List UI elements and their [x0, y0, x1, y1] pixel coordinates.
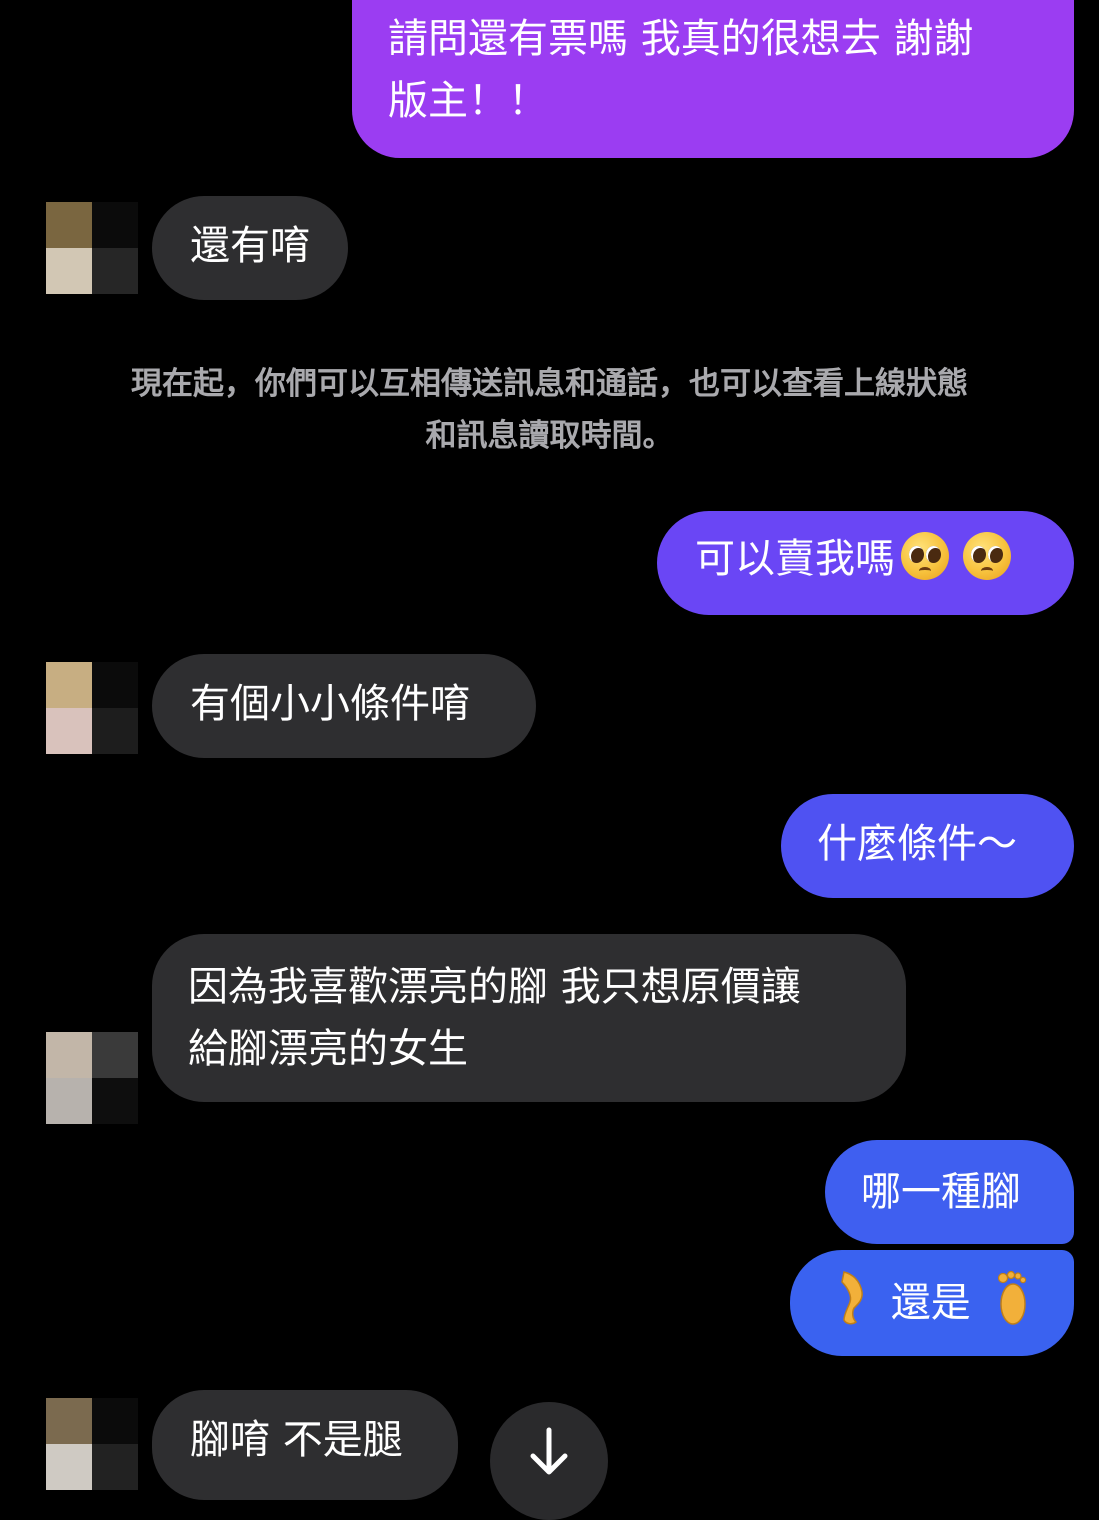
contact-avatar[interactable] [46, 662, 138, 754]
foot-icon [998, 1270, 1027, 1325]
arrow-down-icon [530, 1427, 568, 1475]
message-text: 腳唷 不是腿 [190, 1417, 403, 1463]
outgoing-message-bubble[interactable]: 哪一種腳 [825, 1140, 1074, 1244]
leg-icon [841, 1271, 863, 1325]
incoming-message-bubble[interactable]: 腳唷 不是腿 [152, 1390, 458, 1500]
message-text: 哪一種腳 [861, 1169, 1021, 1215]
outgoing-message-bubble[interactable]: 請問還有票嗎 我真的很想去 謝謝 版主！！ [352, 0, 1074, 158]
message-text-line: 因為我喜歡漂亮的腳 我只想原價讓 [188, 964, 801, 1010]
outgoing-message-bubble[interactable]: 什麼條件～ [781, 794, 1074, 898]
scroll-to-bottom-button[interactable] [490, 1402, 608, 1520]
message-text: 還是 [890, 1280, 971, 1326]
system-notice: 現在起，你們可以互相傳送訊息和通話，也可以查看上線狀態 和訊息讀取時間。 [40, 358, 1059, 462]
pleading-face-icon [901, 532, 949, 580]
outgoing-message-bubble[interactable]: 可以賣我嗎 [657, 511, 1074, 615]
incoming-message-bubble[interactable]: 還有唷 [152, 196, 348, 300]
system-notice-line: 現在起，你們可以互相傳送訊息和通話，也可以查看上線狀態 [131, 366, 968, 402]
message-text: 有個小小條件唷 [190, 681, 470, 727]
contact-avatar[interactable] [46, 1398, 138, 1490]
contact-avatar[interactable] [46, 202, 138, 294]
message-text-line: 版主！！ [388, 78, 548, 124]
message-text-line: 給腳漂亮的女生 [188, 1026, 468, 1072]
incoming-message-bubble[interactable]: 有個小小條件唷 [152, 654, 536, 758]
contact-avatar[interactable] [46, 1032, 138, 1124]
message-text: 還有唷 [190, 223, 310, 269]
pleading-face-icon [963, 532, 1011, 580]
message-text-line: 請問還有票嗎 我真的很想去 謝謝 [388, 16, 974, 62]
outgoing-message-bubble[interactable]: 還是 [790, 1250, 1074, 1356]
incoming-message-bubble[interactable]: 因為我喜歡漂亮的腳 我只想原價讓 給腳漂亮的女生 [152, 934, 906, 1102]
message-text: 可以賣我嗎 [695, 536, 895, 582]
system-notice-line: 和訊息讀取時間。 [425, 418, 674, 454]
message-text: 什麼條件～ [817, 821, 1017, 867]
